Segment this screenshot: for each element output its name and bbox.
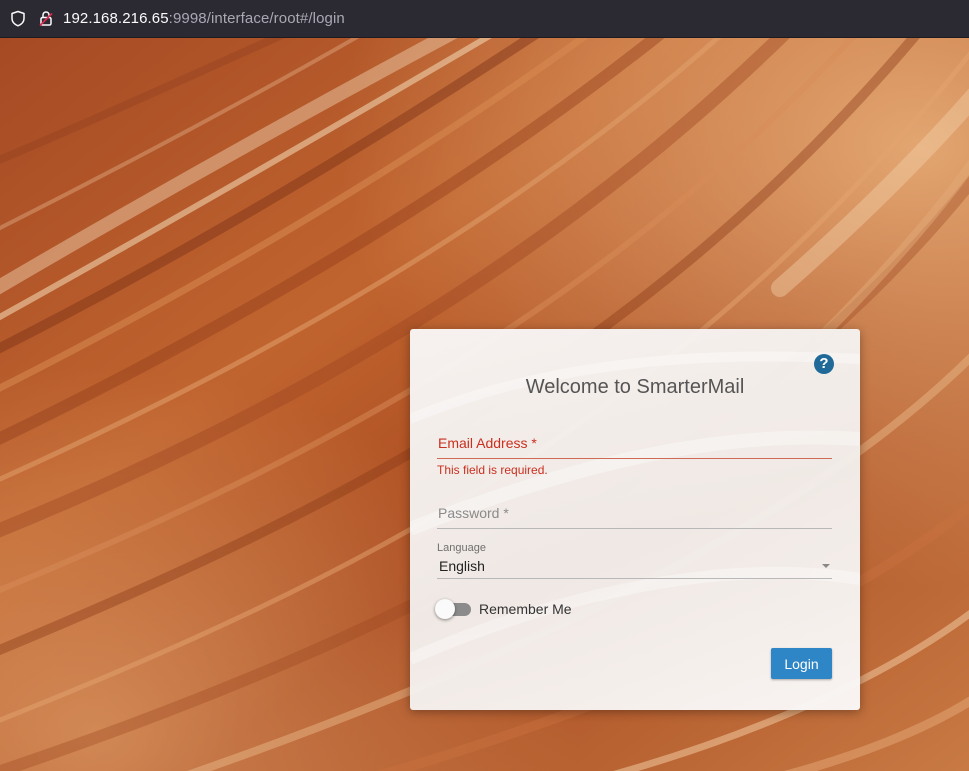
url-host: 192.168.216.65 — [63, 10, 169, 27]
password-label: Password * — [438, 505, 509, 521]
page-viewport: ? Welcome to SmarterMail Email Address *… — [0, 38, 969, 771]
language-value: English — [439, 558, 485, 574]
url-path: :9998/interface/root#/login — [168, 10, 345, 27]
email-field[interactable]: Email Address * — [437, 432, 832, 459]
login-card: ? Welcome to SmarterMail Email Address *… — [410, 329, 860, 710]
page-title: Welcome to SmarterMail — [525, 376, 745, 398]
password-field[interactable]: Password * — [437, 502, 832, 529]
browser-toolbar: 192.168.216.65:9998/interface/root#/logi… — [0, 0, 969, 38]
address-bar[interactable]: 192.168.216.65:9998/interface/root#/logi… — [63, 10, 345, 27]
remember-me-label: Remember Me — [479, 601, 572, 617]
toggle-thumb — [435, 599, 455, 619]
shield-icon[interactable] — [9, 10, 27, 28]
language-select[interactable]: Language English — [437, 542, 832, 579]
help-button[interactable]: ? — [814, 354, 834, 374]
remember-me-toggle[interactable] — [435, 599, 475, 621]
login-button[interactable]: Login — [771, 648, 832, 679]
lock-slash-icon[interactable] — [37, 10, 55, 28]
dropdown-caret-icon — [822, 564, 830, 568]
language-label: Language — [437, 542, 486, 554]
email-label: Email Address * — [438, 435, 537, 451]
email-error-message: This field is required. — [437, 463, 548, 477]
